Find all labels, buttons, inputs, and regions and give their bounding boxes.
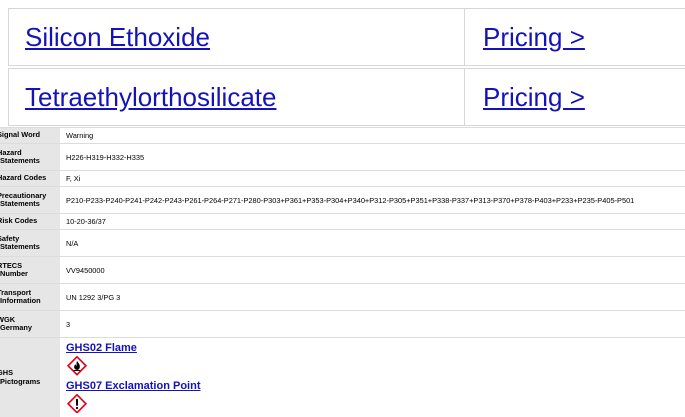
row-label: Hazard Statements [0, 144, 60, 170]
row-value: 10-20-36/37 [66, 217, 106, 226]
row-value: Warning [66, 131, 94, 140]
product-link-tetraethylorthosilicate[interactable]: Tetraethylorthosilicate [25, 82, 276, 113]
pricing-link[interactable]: Pricing > [483, 82, 585, 113]
product-table: Silicon Ethoxide Pricing > Tetraethylort… [8, 8, 685, 128]
product-row: Tetraethylorthosilicate Pricing > [8, 68, 685, 126]
ghs02-flame-link[interactable]: GHS02 Flame [66, 342, 137, 354]
row-label: WGK Germany [0, 311, 60, 337]
pricing-cell: Pricing > [465, 69, 685, 125]
row-label: Risk Codes [0, 214, 60, 229]
flame-icon [66, 356, 88, 376]
safety-row-ghs-pictograms: GHS Pictograms GHS02 Flame GHS07 Exclama… [0, 337, 685, 417]
row-value: VV9450000 [66, 265, 105, 275]
row-label: Signal Word [0, 128, 60, 143]
ghs07-exclamation-point-link[interactable]: GHS07 Exclamation Point [66, 380, 200, 392]
safety-row-safety-statements: Safety Statements N/A [0, 229, 685, 256]
product-row: Silicon Ethoxide Pricing > [8, 8, 685, 66]
row-label: Transport Information [0, 284, 60, 310]
exclamation-icon [66, 393, 88, 413]
product-name-cell: Tetraethylorthosilicate [9, 69, 465, 125]
safety-row-transport-information: Transport Information UN 1292 3/PG 3 [0, 283, 685, 310]
row-label: Hazard Codes [0, 171, 60, 186]
safety-row-risk-codes: Risk Codes 10-20-36/37 [0, 213, 685, 229]
safety-row-hazard-statements: Hazard Statements H226-H319-H332-H335 [0, 143, 685, 170]
pricing-link[interactable]: Pricing > [483, 22, 585, 53]
row-label: Precautionary Statements [0, 187, 60, 213]
row-value: F, Xi [66, 174, 81, 183]
row-value: GHS02 Flame GHS07 Exclamation Point [60, 338, 685, 417]
safety-row-precautionary-statements: Precautionary Statements P210-P233-P240-… [0, 186, 685, 213]
row-label: GHS Pictograms [0, 338, 60, 417]
row-value: N/A [66, 238, 79, 248]
row-value: 3 [66, 319, 71, 329]
safety-table: Signal Word Warning Hazard Statements H2… [0, 127, 685, 417]
safety-row-signal-word: Signal Word Warning [0, 127, 685, 143]
row-label: Safety Statements [0, 230, 60, 256]
pricing-cell: Pricing > [465, 9, 685, 65]
safety-row-rtecs-number: RTECS Number VV9450000 [0, 256, 685, 283]
row-value: UN 1292 3/PG 3 [66, 292, 121, 302]
row-value: H226-H319-H332-H335 [66, 152, 145, 162]
row-value: P210-P233-P240-P241-P242-P243-P261-P264-… [66, 195, 635, 205]
safety-row-wgk-germany: WGK Germany 3 [0, 310, 685, 337]
product-link-silicon-ethoxide[interactable]: Silicon Ethoxide [25, 22, 210, 53]
row-label: RTECS Number [0, 257, 60, 283]
safety-row-hazard-codes: Hazard Codes F, Xi [0, 170, 685, 186]
product-name-cell: Silicon Ethoxide [9, 9, 465, 65]
